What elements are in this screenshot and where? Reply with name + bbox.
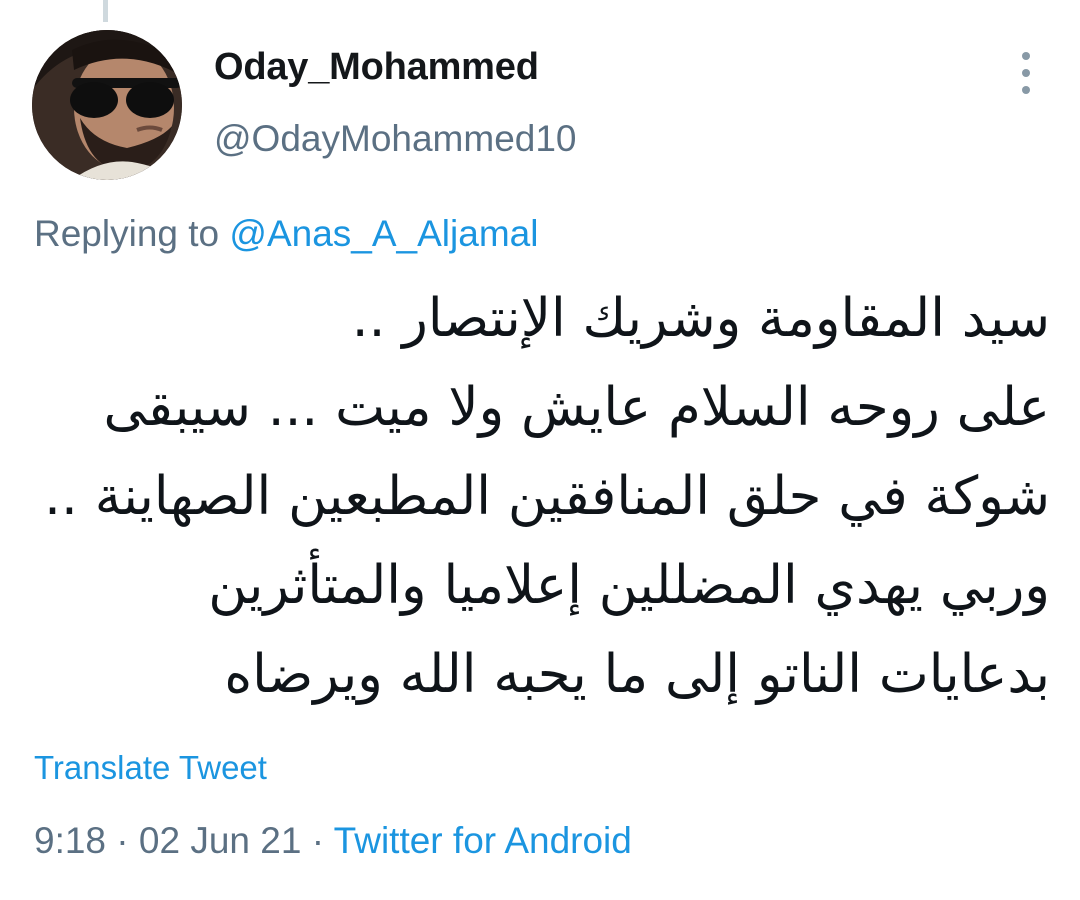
- meta-separator: ·: [116, 820, 129, 861]
- meta-separator: ·: [311, 820, 325, 861]
- tweet-text-line: سيد المقاومة وشريك الإنتصار ..: [351, 288, 1050, 349]
- avatar-image: [32, 30, 182, 180]
- author-handle[interactable]: @OdayMohammed10: [214, 118, 577, 160]
- author-display-name[interactable]: Oday_Mohammed: [214, 46, 539, 89]
- more-dot: [1022, 69, 1030, 77]
- replying-to-mention-link[interactable]: @Anas_A_Aljamal: [229, 213, 538, 254]
- tweet-source-link[interactable]: Twitter for Android: [334, 820, 632, 861]
- more-dot: [1022, 86, 1030, 94]
- tweet-text: سيد المقاومة وشريك الإنتصار .. على روحه …: [30, 274, 1050, 719]
- tweet-metadata: 9:18 · 02 Jun 21 · Twitter for Android: [34, 820, 632, 862]
- more-dot: [1022, 52, 1030, 60]
- tweet-text-line: بدعايات الناتو إلى ما يحبه الله ويرضاه: [224, 644, 1050, 705]
- thread-connector-line: [103, 0, 108, 22]
- tweet-text-line: وربي يهدي المضللين إعلاميا والمتأثرين: [208, 555, 1050, 616]
- tweet-text-line: شوكة في حلق المنافقين المطبعين الصهاينة …: [44, 466, 1050, 527]
- replying-to-label: Replying to: [34, 213, 220, 254]
- translate-tweet-link[interactable]: Translate Tweet: [34, 749, 267, 787]
- tweet-date[interactable]: 02 Jun 21: [139, 820, 302, 861]
- tweet-text-line: على روحه السلام عايش ولا ميت ... سيبقى: [103, 377, 1051, 438]
- more-vertical-icon[interactable]: [1008, 52, 1044, 94]
- replying-to-line: Replying to @Anas_A_Aljamal: [34, 213, 538, 255]
- tweet-time[interactable]: 9:18: [34, 820, 106, 861]
- avatar[interactable]: [32, 30, 182, 180]
